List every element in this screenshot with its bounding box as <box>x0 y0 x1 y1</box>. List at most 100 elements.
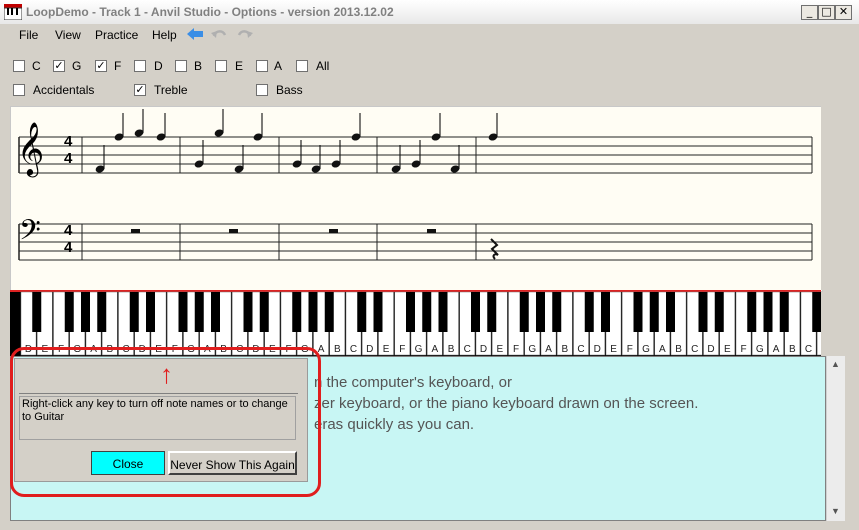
piano-top-strip <box>10 290 821 292</box>
key-black[interactable] <box>308 292 318 332</box>
key-black[interactable] <box>422 292 432 332</box>
scroll-up-icon[interactable]: ▲ <box>827 356 844 373</box>
checkbox-accidentals[interactable] <box>13 84 25 96</box>
back-arrow-icon[interactable] <box>186 27 204 44</box>
piano-key-label: A <box>545 344 552 355</box>
piano-key-label: C <box>577 344 584 355</box>
key-black[interactable] <box>146 292 155 332</box>
key-black[interactable] <box>32 292 42 332</box>
key-black[interactable] <box>812 292 822 332</box>
key-black[interactable] <box>324 292 334 332</box>
menu-help[interactable]: Help <box>152 28 177 42</box>
undo-icon[interactable] <box>210 27 228 44</box>
checkbox-label-note: D <box>154 59 163 73</box>
piano-key-label: E <box>383 344 390 355</box>
checkbox-note-a[interactable] <box>256 60 268 72</box>
whole-rest <box>427 229 436 233</box>
key-black[interactable] <box>666 292 675 332</box>
key-black[interactable] <box>243 292 253 332</box>
key-black[interactable] <box>438 292 448 332</box>
instruction-line-3: eras quickly as you can. <box>314 416 475 433</box>
checkbox-treble[interactable]: ✓ <box>134 84 146 96</box>
piano-key-label: F <box>627 344 633 355</box>
key-black[interactable] <box>97 292 107 332</box>
key-black[interactable] <box>649 292 659 332</box>
checkbox-note-d[interactable] <box>134 60 146 72</box>
piano-key-label: F <box>513 344 519 355</box>
menu-view[interactable]: View <box>55 28 81 42</box>
checkbox-note-b[interactable] <box>175 60 187 72</box>
score-area[interactable]: 𝄞 𝄢 4 4 4 4 <box>10 106 823 292</box>
checkbox-label-note: A <box>274 59 283 73</box>
key-black[interactable] <box>471 292 480 332</box>
key-black[interactable] <box>747 292 757 332</box>
key-black[interactable] <box>178 292 188 332</box>
key-black[interactable] <box>406 292 415 332</box>
piano-key-label: D <box>480 344 487 355</box>
key-black[interactable] <box>519 292 529 332</box>
piano-key-label: D <box>707 344 714 355</box>
piano-key-label: B <box>789 344 796 355</box>
piano-key-label: G <box>415 344 423 355</box>
checkbox-label-note: B <box>194 59 203 73</box>
menu-practice[interactable]: Practice <box>95 28 138 42</box>
checkbox-note-e[interactable] <box>215 60 227 72</box>
piano-key-label: E <box>496 344 503 355</box>
checkbox-label-note: C <box>32 59 41 73</box>
key-black[interactable] <box>633 292 643 332</box>
key-black[interactable] <box>64 292 74 332</box>
key-black[interactable] <box>584 292 594 332</box>
key-black[interactable] <box>487 292 497 332</box>
window-title: LoopDemo - Track 1 - Anvil Studio - Opti… <box>26 5 394 19</box>
key-black[interactable] <box>552 292 562 332</box>
piano-key-label: B <box>448 344 455 355</box>
key-black[interactable] <box>81 292 90 332</box>
key-black[interactable] <box>259 292 269 332</box>
minimize-button[interactable]: _ <box>801 5 818 20</box>
key-black[interactable] <box>779 292 789 332</box>
checkbox-label-option: Bass <box>276 83 303 97</box>
piano-key-label: B <box>334 344 341 355</box>
redo-icon[interactable] <box>236 27 254 44</box>
key-black[interactable] <box>194 292 204 332</box>
vertical-scrollbar[interactable]: ▲ ▼ <box>826 356 845 521</box>
key-black[interactable] <box>698 292 708 332</box>
instruction-line-1: n the computer's keyboard, or <box>314 374 512 391</box>
key-black[interactable] <box>536 292 545 332</box>
checkbox-label-note: G <box>72 59 82 73</box>
anvil-app-icon[interactable] <box>3 4 23 21</box>
checkbox-note-f[interactable]: ✓ <box>95 60 107 72</box>
instruction-line-2: zer keyboard, or the piano keyboard draw… <box>314 395 699 412</box>
piano-key-label: C <box>464 344 471 355</box>
checkbox-label-note: E <box>235 59 244 73</box>
checkbox-note-all[interactable] <box>296 60 308 72</box>
treble-time-bottom: 4 <box>64 150 73 167</box>
score-staves <box>18 109 813 261</box>
maximize-button[interactable]: □ <box>818 5 835 20</box>
checkbox-note-g[interactable]: ✓ <box>53 60 65 72</box>
key-black[interactable] <box>357 292 367 332</box>
piano-key-label: C <box>350 344 357 355</box>
piano-key-label: B <box>675 344 682 355</box>
key-black[interactable] <box>292 292 302 332</box>
menu-file[interactable]: File <box>19 28 38 42</box>
checkbox-note-c[interactable] <box>13 60 25 72</box>
bass-time-top: 4 <box>64 222 73 239</box>
piano-key-label: G <box>528 344 536 355</box>
menu-bar: File View Practice Help <box>0 24 859 46</box>
piano-key-label: C <box>691 344 698 355</box>
scroll-down-icon[interactable]: ▼ <box>827 503 844 520</box>
piano-key-label: F <box>740 344 746 355</box>
piano-key-label: A <box>431 344 438 355</box>
key-black[interactable] <box>373 292 383 332</box>
key-black[interactable] <box>211 292 220 332</box>
close-window-button[interactable]: ✕ <box>835 5 852 20</box>
key-black[interactable] <box>601 292 610 332</box>
checkbox-label-note: F <box>114 59 122 73</box>
checkbox-label-note: All <box>316 59 330 73</box>
key-black[interactable] <box>714 292 724 332</box>
key-black[interactable] <box>763 292 773 332</box>
checkbox-bass[interactable] <box>256 84 268 96</box>
piano-key-label: C <box>805 344 812 355</box>
key-black[interactable] <box>129 292 139 332</box>
